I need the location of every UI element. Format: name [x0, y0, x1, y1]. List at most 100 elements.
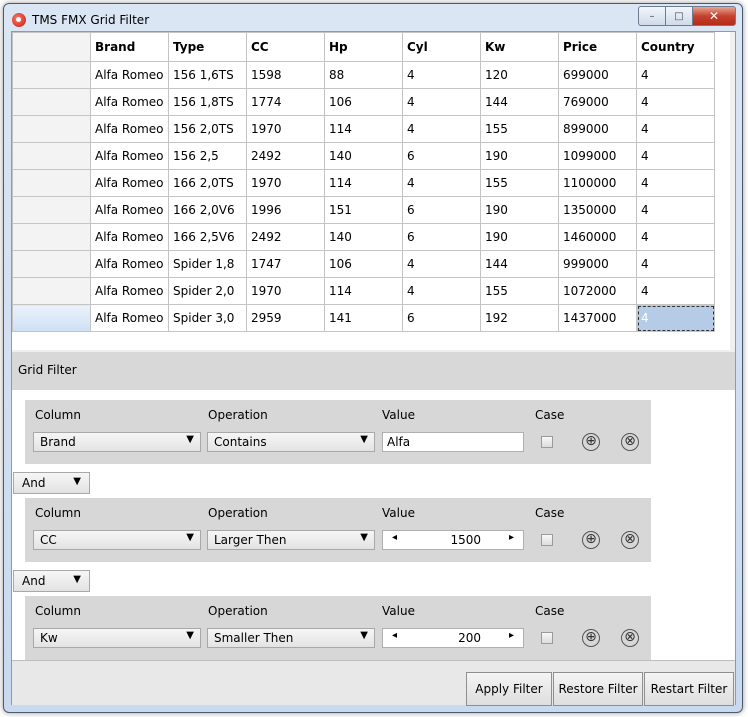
table-cell[interactable]: 1598 — [246, 61, 325, 89]
spin-right-icon[interactable]: ▸ — [509, 630, 514, 641]
row-header-cell[interactable] — [12, 223, 91, 251]
table-cell[interactable]: 144 — [480, 250, 559, 278]
table-cell[interactable]: 151 — [324, 196, 403, 224]
table-cell[interactable]: 144 — [480, 88, 559, 116]
table-cell[interactable]: 166 2,0TS — [168, 169, 247, 197]
row-header-cell[interactable] — [12, 304, 91, 332]
operation-select[interactable]: Contains ▼ — [207, 432, 375, 452]
add-condition-icon[interactable]: ⊕ — [582, 433, 600, 451]
table-cell[interactable]: 190 — [480, 196, 559, 224]
title-bar[interactable]: TMS FMX Grid Filter – □ ✕ — [4, 4, 742, 34]
table-cell[interactable]: 114 — [324, 115, 403, 143]
connector-select[interactable]: And ▼ — [13, 472, 90, 494]
table-cell[interactable]: 4 — [402, 277, 481, 305]
table-row[interactable]: Alfa Romeo Spider 3,0 2959 141 6 192 1437000 4 — [12, 304, 715, 332]
data-grid[interactable]: Brand Type CC Hp Cyl Kw Price Country Al… — [12, 32, 730, 350]
table-cell[interactable]: 114 — [324, 277, 403, 305]
table-cell[interactable]: 4 — [636, 61, 715, 89]
column-header[interactable]: Hp — [324, 32, 403, 62]
table-cell[interactable]: 106 — [324, 88, 403, 116]
table-row[interactable]: Alfa Romeo 156 1,6TS 1598 88 4 120 699000 4 — [12, 61, 715, 89]
spin-right-icon[interactable]: ▸ — [509, 532, 514, 543]
table-cell[interactable]: Alfa Romeo — [90, 196, 169, 224]
table-cell[interactable]: 1996 — [246, 196, 325, 224]
close-button[interactable]: ✕ — [692, 6, 736, 26]
table-row[interactable]: Alfa Romeo 156 2,0TS 1970 114 4 155 899000 4 — [12, 115, 715, 143]
table-row[interactable]: Alfa Romeo Spider 1,8 1747 106 4 144 999000 4 — [12, 250, 715, 278]
table-cell[interactable]: 1100000 — [558, 169, 637, 197]
table-cell[interactable]: 140 — [324, 223, 403, 251]
row-header-cell[interactable] — [12, 169, 91, 197]
table-cell[interactable]: 4 — [636, 277, 715, 305]
table-cell[interactable]: 114 — [324, 169, 403, 197]
value-input[interactable]: Alfa — [382, 432, 524, 452]
table-cell[interactable]: 140 — [324, 142, 403, 170]
operation-select[interactable]: Smaller Then ▼ — [207, 628, 375, 648]
row-header-cell[interactable] — [12, 250, 91, 278]
table-cell[interactable]: 1774 — [246, 88, 325, 116]
table-cell[interactable]: 155 — [480, 277, 559, 305]
column-header[interactable]: Brand — [90, 32, 169, 62]
table-cell[interactable]: 1099000 — [558, 142, 637, 170]
maximize-button[interactable]: □ — [665, 6, 692, 26]
table-cell[interactable]: 4 — [636, 223, 715, 251]
table-cell[interactable]: 1970 — [246, 115, 325, 143]
remove-condition-icon[interactable]: ⊗ — [621, 433, 639, 451]
table-cell[interactable]: Alfa Romeo — [90, 304, 169, 332]
add-condition-icon[interactable]: ⊕ — [582, 629, 600, 647]
row-header-cell[interactable] — [12, 277, 91, 305]
table-row[interactable]: Alfa Romeo 156 1,8TS 1774 106 4 144 769000 4 — [12, 88, 715, 116]
table-cell[interactable]: 699000 — [558, 61, 637, 89]
case-checkbox[interactable] — [541, 436, 553, 448]
spin-left-icon[interactable]: ◂ — [392, 630, 397, 641]
table-cell[interactable]: 769000 — [558, 88, 637, 116]
table-cell[interactable]: 156 2,5 — [168, 142, 247, 170]
table-cell[interactable]: 899000 — [558, 115, 637, 143]
value-spinner[interactable]: ◂ 200 ▸ — [382, 628, 524, 648]
table-cell[interactable]: 166 2,5V6 — [168, 223, 247, 251]
table-cell[interactable]: 2492 — [246, 223, 325, 251]
row-header-cell[interactable] — [12, 61, 91, 89]
column-select[interactable]: CC ▼ — [33, 530, 201, 550]
table-cell[interactable]: 1970 — [246, 169, 325, 197]
table-cell[interactable]: 155 — [480, 169, 559, 197]
table-cell[interactable]: 192 — [480, 304, 559, 332]
table-row[interactable]: Alfa Romeo 166 2,0V6 1996 151 6 190 1350000 4 — [12, 196, 715, 224]
table-cell[interactable]: 4 — [402, 169, 481, 197]
table-cell[interactable]: 190 — [480, 223, 559, 251]
column-select[interactable]: Brand ▼ — [33, 432, 201, 452]
value-spinner[interactable]: ◂ 1500 ▸ — [382, 530, 524, 550]
table-cell[interactable]: Spider 3,0 — [168, 304, 247, 332]
case-checkbox[interactable] — [541, 534, 553, 546]
case-checkbox[interactable] — [541, 632, 553, 644]
table-cell[interactable]: 155 — [480, 115, 559, 143]
row-header-cell[interactable] — [12, 115, 91, 143]
table-cell[interactable]: Alfa Romeo — [90, 115, 169, 143]
table-cell[interactable]: 4 — [636, 196, 715, 224]
table-cell[interactable]: 1970 — [246, 277, 325, 305]
table-cell[interactable]: 4 — [636, 250, 715, 278]
table-row[interactable]: Alfa Romeo 166 2,5V6 2492 140 6 190 1460000 4 — [12, 223, 715, 251]
operation-select[interactable]: Larger Then ▼ — [207, 530, 375, 550]
table-cell[interactable]: Alfa Romeo — [90, 277, 169, 305]
table-cell[interactable]: Alfa Romeo — [90, 88, 169, 116]
table-cell[interactable]: 120 — [480, 61, 559, 89]
table-cell[interactable]: 2959 — [246, 304, 325, 332]
row-header-cell[interactable] — [12, 142, 91, 170]
table-cell[interactable]: Spider 2,0 — [168, 277, 247, 305]
apply-filter-button[interactable]: Apply Filter — [466, 672, 552, 706]
table-cell[interactable]: 1072000 — [558, 277, 637, 305]
table-cell[interactable]: 1460000 — [558, 223, 637, 251]
table-cell[interactable]: 2492 — [246, 142, 325, 170]
table-cell[interactable]: 1437000 — [558, 304, 637, 332]
table-cell[interactable]: Alfa Romeo — [90, 142, 169, 170]
connector-select[interactable]: And ▼ — [13, 570, 90, 592]
column-header[interactable]: Cyl — [402, 32, 481, 62]
table-cell[interactable]: Spider 1,8 — [168, 250, 247, 278]
column-header[interactable]: Kw — [480, 32, 559, 62]
table-cell[interactable]: Alfa Romeo — [90, 250, 169, 278]
table-cell[interactable]: 4 — [636, 115, 715, 143]
table-cell[interactable]: 1747 — [246, 250, 325, 278]
table-cell[interactable]: 156 1,6TS — [168, 61, 247, 89]
table-row[interactable]: Alfa Romeo 156 2,5 2492 140 6 190 1099000 4 — [12, 142, 715, 170]
